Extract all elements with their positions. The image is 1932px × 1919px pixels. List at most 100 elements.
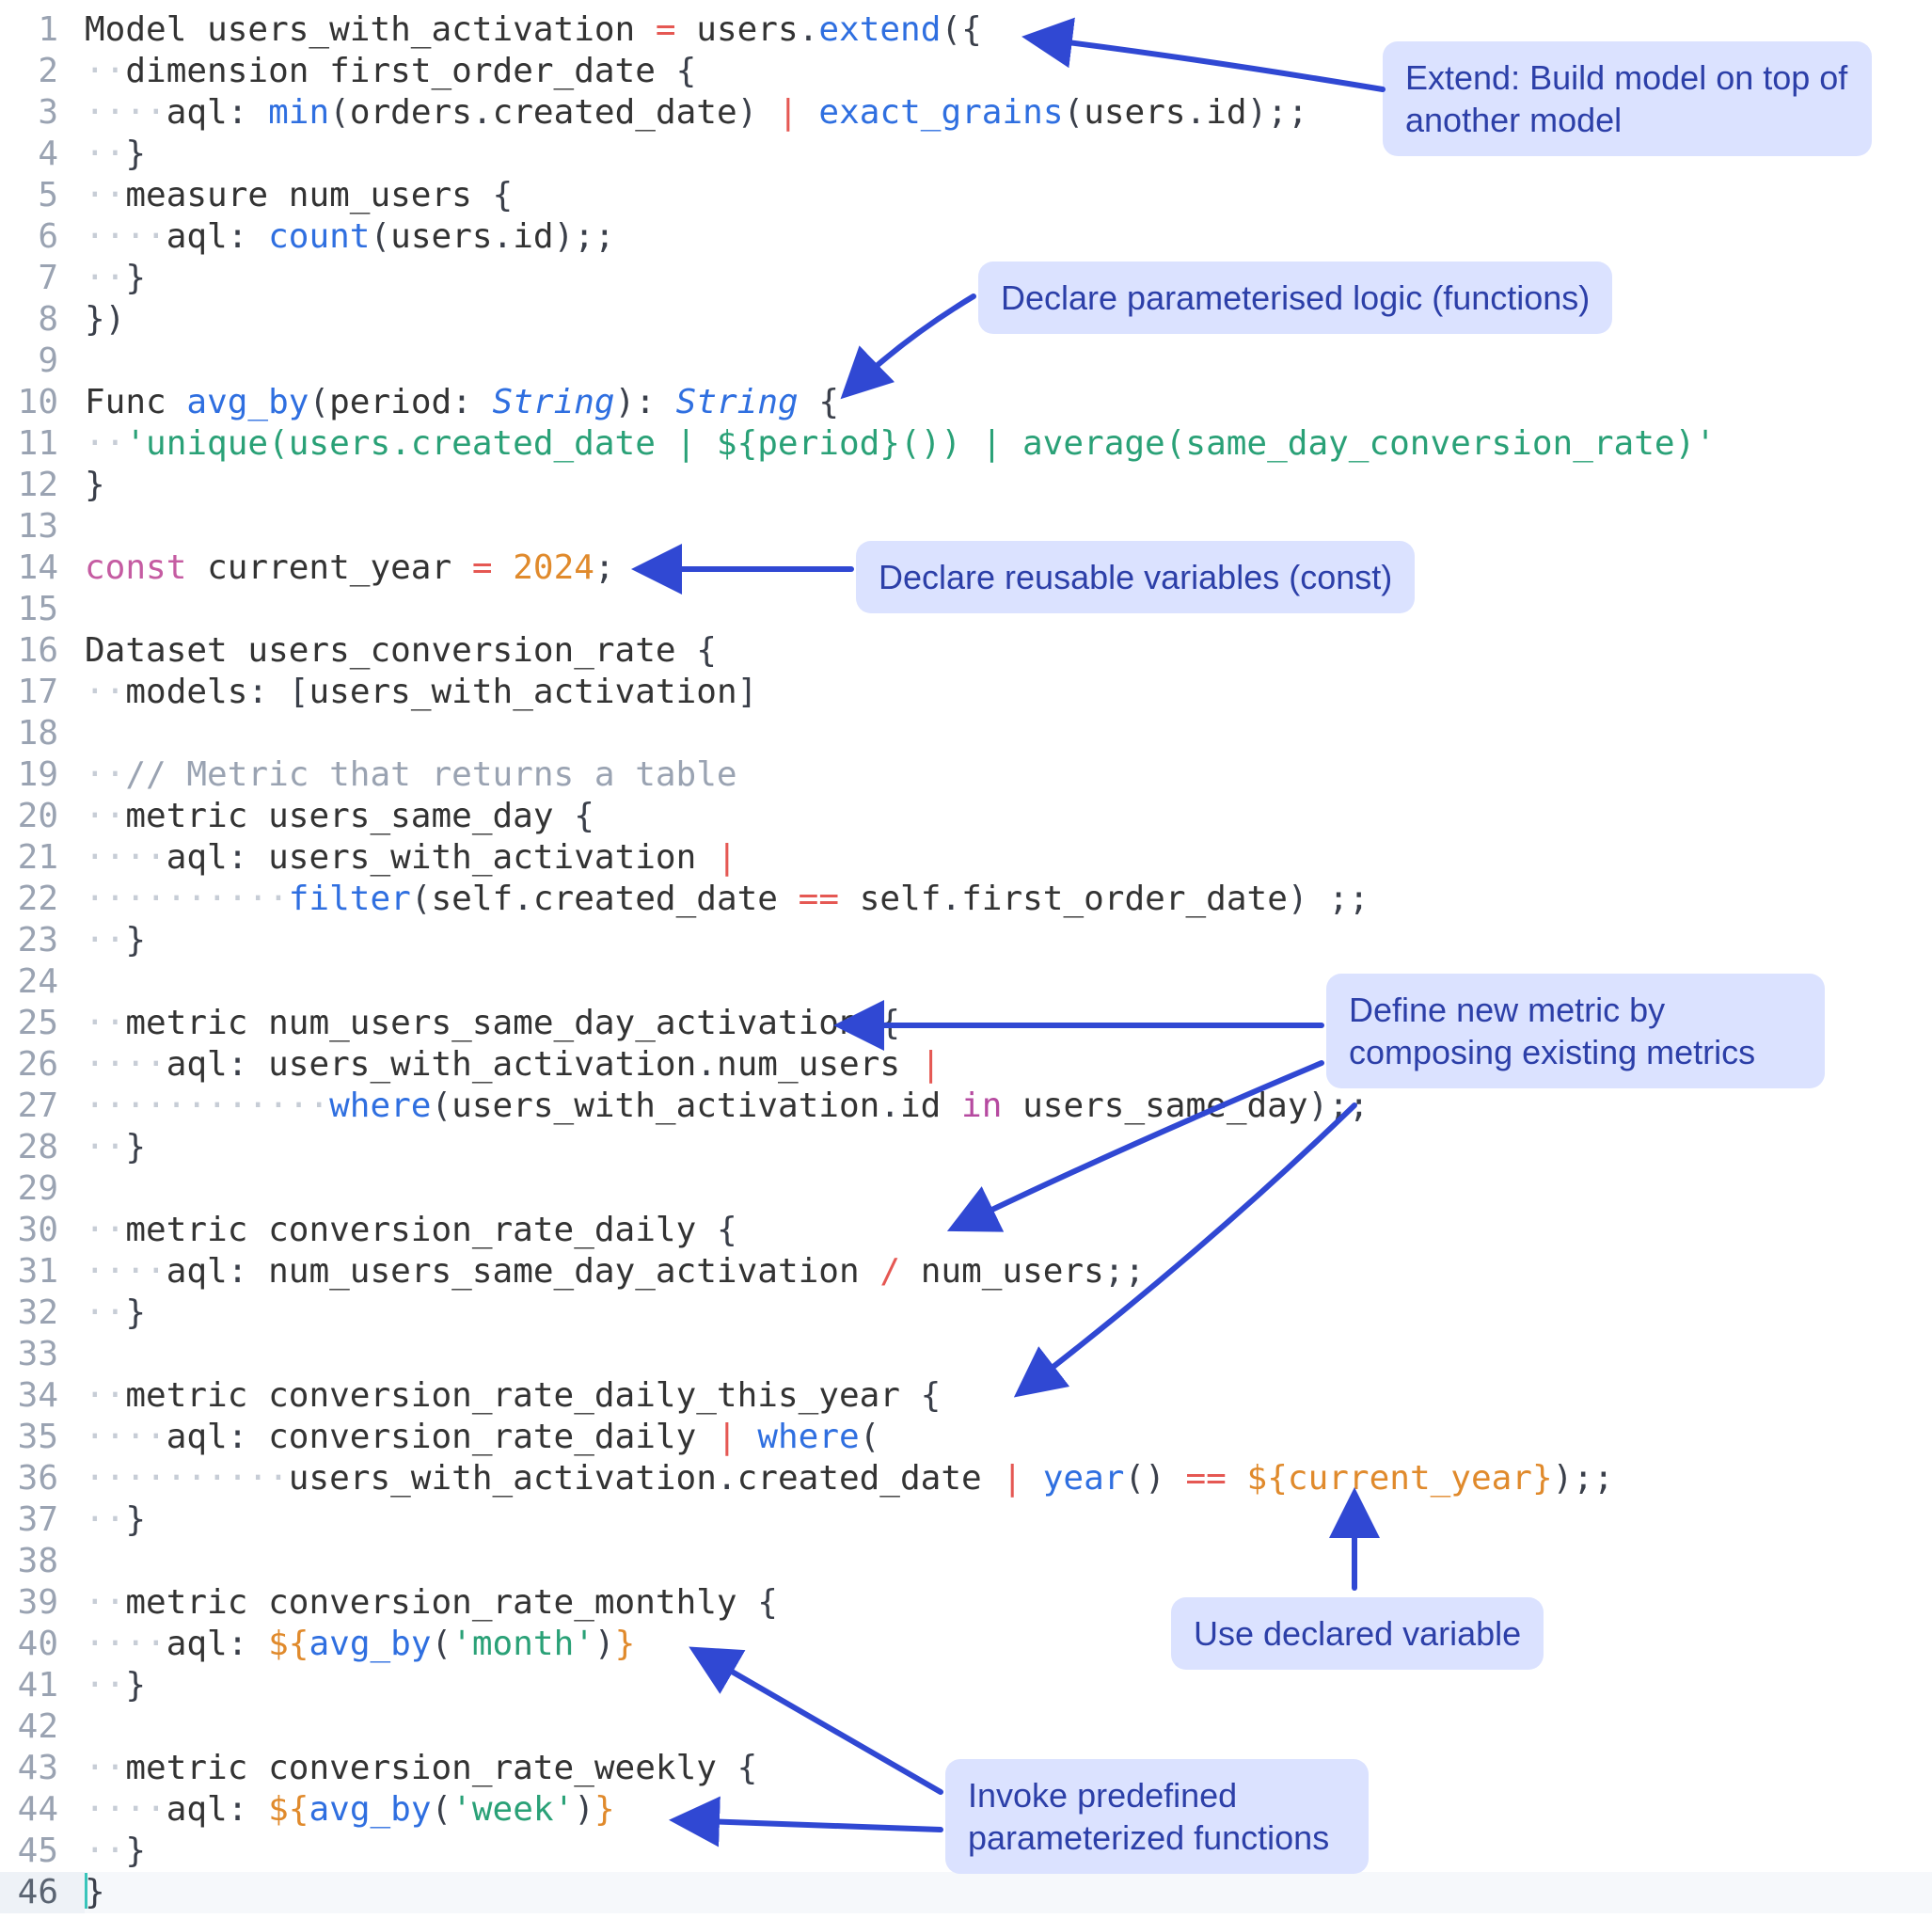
code-content[interactable]: ··} xyxy=(85,1499,1932,1541)
code-line[interactable]: 32··} xyxy=(0,1293,1932,1334)
code-line[interactable]: 40····aql: ${avg_by('month')} xyxy=(0,1624,1932,1665)
code-content[interactable]: ··models: [users_with_activation] xyxy=(85,672,1932,713)
code-content[interactable]: ··} xyxy=(85,920,1932,961)
code-line[interactable]: 21····aql: users_with_activation | xyxy=(0,837,1932,879)
line-number: 10 xyxy=(0,382,85,423)
line-number: 23 xyxy=(0,920,85,961)
line-number: 32 xyxy=(0,1293,85,1334)
code-line[interactable]: 29 xyxy=(0,1168,1932,1210)
code-line[interactable]: 22··········filter(self.created_date == … xyxy=(0,879,1932,920)
code-content[interactable]: ····aql: count(users.id);; xyxy=(85,216,1932,258)
code-content[interactable]: ··········filter(self.created_date == se… xyxy=(85,879,1932,920)
code-line[interactable]: 39··metric conversion_rate_monthly { xyxy=(0,1582,1932,1624)
code-line[interactable]: 9 xyxy=(0,341,1932,382)
code-line[interactable]: 7··} xyxy=(0,258,1932,299)
code-content[interactable]: ····aql: users_with_activation | xyxy=(85,837,1932,879)
code-content[interactable]: ··········users_with_activation.created_… xyxy=(85,1458,1932,1499)
line-number: 44 xyxy=(0,1789,85,1831)
line-number: 37 xyxy=(0,1499,85,1541)
line-number: 9 xyxy=(0,341,85,382)
line-number: 36 xyxy=(0,1458,85,1499)
line-number: 16 xyxy=(0,630,85,672)
code-line[interactable]: 41··} xyxy=(0,1665,1932,1706)
line-number: 4 xyxy=(0,134,85,175)
line-number: 29 xyxy=(0,1168,85,1210)
line-number: 11 xyxy=(0,423,85,465)
line-number: 26 xyxy=(0,1044,85,1086)
code-line[interactable]: 37··} xyxy=(0,1499,1932,1541)
code-line[interactable]: 31····aql: num_users_same_day_activation… xyxy=(0,1251,1932,1293)
line-number: 22 xyxy=(0,879,85,920)
line-number: 20 xyxy=(0,796,85,837)
code-line[interactable]: 6····aql: count(users.id);; xyxy=(0,216,1932,258)
code-line[interactable]: 35····aql: conversion_rate_daily | where… xyxy=(0,1417,1932,1458)
code-line[interactable]: 16Dataset users_conversion_rate { xyxy=(0,630,1932,672)
line-number: 33 xyxy=(0,1334,85,1375)
line-number: 38 xyxy=(0,1541,85,1582)
code-content[interactable]: ····aql: num_users_same_day_activation /… xyxy=(85,1251,1932,1293)
code-content[interactable]: ············where(users_with_activation.… xyxy=(85,1086,1932,1127)
code-content[interactable]: ··metric conversion_rate_monthly { xyxy=(85,1582,1932,1624)
line-number: 42 xyxy=(0,1706,85,1748)
line-number: 2 xyxy=(0,51,85,92)
code-content[interactable]: ··} xyxy=(85,1127,1932,1168)
code-content[interactable]: ··} xyxy=(85,1293,1932,1334)
code-line[interactable]: 23··} xyxy=(0,920,1932,961)
code-line[interactable]: 28··} xyxy=(0,1127,1932,1168)
code-content[interactable]: ··metric conversion_rate_daily_this_year… xyxy=(85,1375,1932,1417)
callout-invoke: Invoke predefined parameterized function… xyxy=(945,1759,1369,1874)
code-content[interactable]: ··metric conversion_rate_daily { xyxy=(85,1210,1932,1251)
line-number: 35 xyxy=(0,1417,85,1458)
line-number: 25 xyxy=(0,1003,85,1044)
line-number: 28 xyxy=(0,1127,85,1168)
line-number: 45 xyxy=(0,1831,85,1872)
code-line[interactable]: 19··// Metric that returns a table xyxy=(0,754,1932,796)
line-number: 39 xyxy=(0,1582,85,1624)
code-content[interactable]: Func avg_by(period: String): String { xyxy=(85,382,1932,423)
line-number: 31 xyxy=(0,1251,85,1293)
code-content[interactable]: } xyxy=(85,1872,1932,1913)
code-content[interactable]: Dataset users_conversion_rate { xyxy=(85,630,1932,672)
line-number: 13 xyxy=(0,506,85,547)
line-number: 30 xyxy=(0,1210,85,1251)
code-line[interactable]: 34··metric conversion_rate_daily_this_ye… xyxy=(0,1375,1932,1417)
line-number: 17 xyxy=(0,672,85,713)
code-line[interactable]: 12} xyxy=(0,465,1932,506)
line-number: 8 xyxy=(0,299,85,341)
code-line[interactable]: 10Func avg_by(period: String): String { xyxy=(0,382,1932,423)
code-line[interactable]: 5··measure num_users { xyxy=(0,175,1932,216)
code-content[interactable]: ··} xyxy=(85,1665,1932,1706)
code-line[interactable]: 42 xyxy=(0,1706,1932,1748)
code-content[interactable]: ····aql: ${avg_by('month')} xyxy=(85,1624,1932,1665)
code-editor[interactable]: 1Model users_with_activation = users.ext… xyxy=(0,9,1932,1913)
line-number: 5 xyxy=(0,175,85,216)
code-content[interactable]: ··measure num_users { xyxy=(85,175,1932,216)
code-line[interactable]: 11··'unique(users.created_date | ${perio… xyxy=(0,423,1932,465)
code-line[interactable]: 33 xyxy=(0,1334,1932,1375)
code-line[interactable]: 20··metric users_same_day { xyxy=(0,796,1932,837)
code-line[interactable]: 46} xyxy=(0,1872,1932,1913)
line-number: 1 xyxy=(0,9,85,51)
line-number: 14 xyxy=(0,547,85,589)
code-line[interactable]: 18 xyxy=(0,713,1932,754)
code-content[interactable]: } xyxy=(85,465,1932,506)
line-number: 3 xyxy=(0,92,85,134)
line-number: 19 xyxy=(0,754,85,796)
code-line[interactable]: 17··models: [users_with_activation] xyxy=(0,672,1932,713)
line-number: 43 xyxy=(0,1748,85,1789)
line-number: 7 xyxy=(0,258,85,299)
code-line[interactable]: 27············where(users_with_activatio… xyxy=(0,1086,1932,1127)
callout-extend: Extend: Build model on top of another mo… xyxy=(1383,41,1872,156)
code-line[interactable]: 36··········users_with_activation.create… xyxy=(0,1458,1932,1499)
code-content[interactable]: ····aql: conversion_rate_daily | where( xyxy=(85,1417,1932,1458)
code-line[interactable]: 8}) xyxy=(0,299,1932,341)
code-line[interactable]: 38 xyxy=(0,1541,1932,1582)
code-line[interactable]: 30··metric conversion_rate_daily { xyxy=(0,1210,1932,1251)
callout-const: Declare reusable variables (const) xyxy=(856,541,1415,613)
callout-compose: Define new metric by composing existing … xyxy=(1326,974,1825,1088)
code-content[interactable]: ··// Metric that returns a table xyxy=(85,754,1932,796)
line-number: 46 xyxy=(0,1872,85,1913)
line-number: 34 xyxy=(0,1375,85,1417)
code-content[interactable]: ··'unique(users.created_date | ${period}… xyxy=(85,423,1932,465)
code-content[interactable]: ··metric users_same_day { xyxy=(85,796,1932,837)
